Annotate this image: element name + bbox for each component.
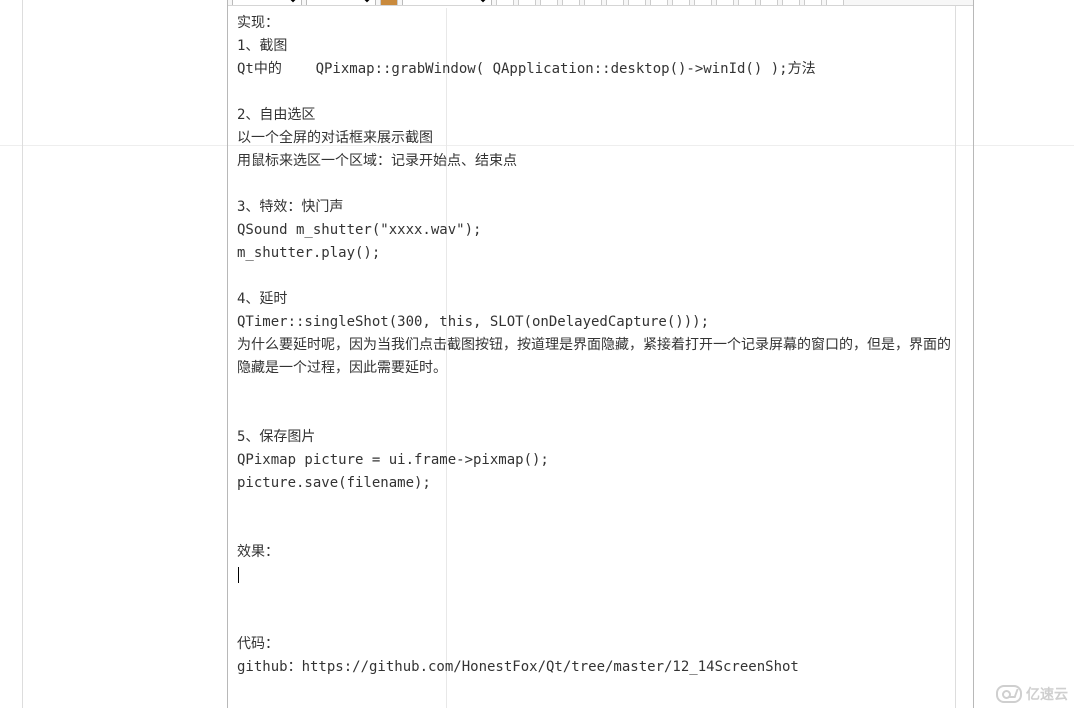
- code-language-select[interactable]: [402, 0, 492, 6]
- editor-line: [237, 81, 964, 104]
- editor-line: 用鼠标来选区一个区域：记录开始点、结束点: [237, 150, 964, 173]
- text-cursor: [238, 567, 239, 583]
- brush-icon[interactable]: [562, 0, 580, 6]
- watermark: 亿速云: [996, 684, 1068, 704]
- editor-line: [237, 403, 964, 426]
- code-icon[interactable]: [782, 0, 800, 6]
- rich-text-editor: 实现：1、截图Qt中的 QPixmap::grabWindow( QApplic…: [227, 0, 974, 708]
- editor-line: QPixmap picture = ui.frame->pixmap();: [237, 449, 964, 472]
- editor-toolbar: [228, 0, 973, 6]
- article-frame: 实现：1、截图Qt中的 QPixmap::grabWindow( QApplic…: [22, 0, 956, 708]
- indent-icon[interactable]: [672, 0, 690, 6]
- editor-line: 代码：: [237, 633, 964, 656]
- list-ul-icon[interactable]: [716, 0, 734, 6]
- list-ol-icon[interactable]: [738, 0, 756, 6]
- align-right-icon[interactable]: [628, 0, 646, 6]
- editor-line: [237, 173, 964, 196]
- editor-line: Qt中的 QPixmap::grabWindow( QApplication::…: [237, 58, 964, 81]
- editor-line: [237, 564, 964, 587]
- editor-line: picture.save(filename);: [237, 472, 964, 495]
- paste-icon[interactable]: [496, 0, 514, 6]
- editor-line: 1、截图: [237, 35, 964, 58]
- editor-line: m_shutter.play();: [237, 242, 964, 265]
- watermark-text: 亿速云: [1026, 684, 1068, 704]
- editor-line: [237, 610, 964, 633]
- editor-line: [237, 587, 964, 610]
- editor-line: [237, 518, 964, 541]
- outdent-icon[interactable]: [694, 0, 712, 6]
- editor-line: github：https://github.com/HonestFox/Qt/t…: [237, 656, 964, 679]
- editor-line: [237, 265, 964, 288]
- check-icon[interactable]: [540, 0, 558, 6]
- align-center-icon[interactable]: [606, 0, 624, 6]
- editor-line: 为什么要延时呢，因为当我们点击截图按钮，按道理是界面隐藏，紧接着打开一个记录屏幕…: [237, 334, 964, 380]
- align-justify-icon[interactable]: [650, 0, 668, 6]
- editor-line: 3、特效：快门声: [237, 196, 964, 219]
- font-color-button[interactable]: [380, 0, 398, 6]
- editor-line: 以一个全屏的对话框来展示截图: [237, 127, 964, 150]
- editor-line: 5、保存图片: [237, 426, 964, 449]
- page-root: 实现：1、截图Qt中的 QPixmap::grabWindow( QApplic…: [0, 0, 1074, 708]
- watermark-logo-icon: [996, 685, 1022, 703]
- editor-line: 2、自由选区: [237, 104, 964, 127]
- editor-line: 实现：: [237, 12, 964, 35]
- eraser-icon[interactable]: [518, 0, 536, 6]
- link-icon[interactable]: [760, 0, 778, 6]
- editor-line: [237, 380, 964, 403]
- align-left-icon[interactable]: [584, 0, 602, 6]
- editor-line: 4、延时: [237, 288, 964, 311]
- editor-line: 效果：: [237, 541, 964, 564]
- editor-line: QSound m_shutter("xxxx.wav");: [237, 219, 964, 242]
- editor-line: QTimer::singleShot(300, this, SLOT(onDel…: [237, 311, 964, 334]
- font-size-select[interactable]: [306, 0, 376, 6]
- editor-content[interactable]: 实现：1、截图Qt中的 QPixmap::grabWindow( QApplic…: [231, 8, 970, 708]
- fullscreen-icon[interactable]: [804, 0, 822, 6]
- editor-line: [237, 495, 964, 518]
- font-family-select[interactable]: [232, 0, 302, 6]
- help-icon[interactable]: [826, 0, 844, 6]
